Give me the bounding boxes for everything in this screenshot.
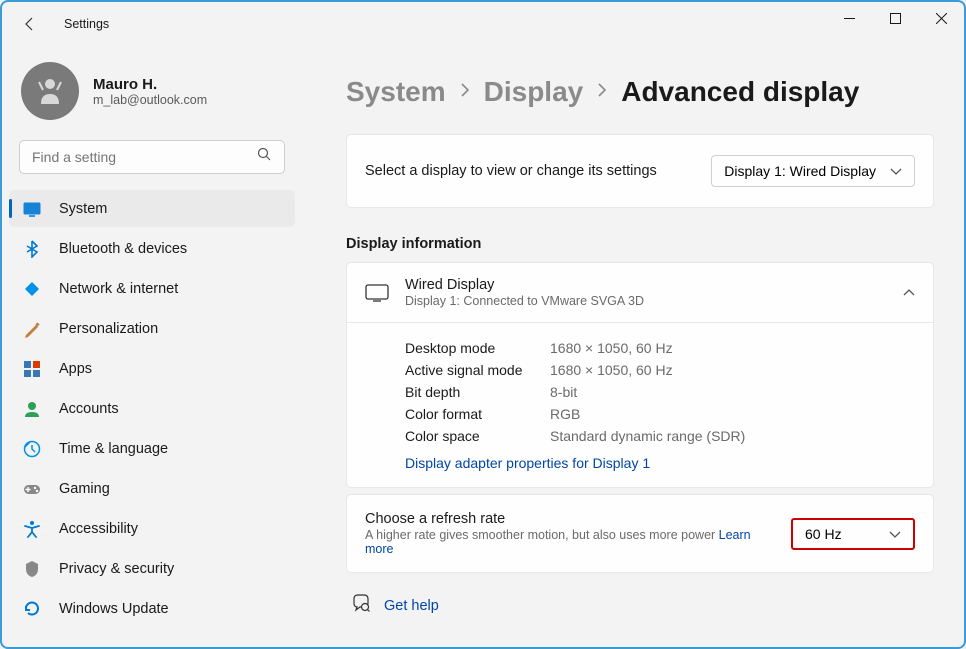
sidebar-item-update[interactable]: Windows Update <box>9 590 295 627</box>
refresh-rate-title: Choose a refresh rate <box>365 511 777 527</box>
main-content: System Display Advanced display Select a… <box>302 46 964 647</box>
info-value: Standard dynamic range (SDR) <box>550 428 745 444</box>
sidebar-item-label: Gaming <box>59 481 110 497</box>
display-info-card: Wired Display Display 1: Connected to VM… <box>346 262 934 488</box>
refresh-rate-subtitle: A higher rate gives smoother motion, but… <box>365 528 777 556</box>
info-row: Desktop mode1680 × 1050, 60 Hz <box>405 337 915 359</box>
chevron-down-icon <box>889 526 901 542</box>
search-box[interactable] <box>19 140 285 174</box>
breadcrumb-display[interactable]: Display <box>484 76 584 108</box>
sidebar-item-accessibility[interactable]: Accessibility <box>9 510 295 547</box>
sidebar-item-system[interactable]: System <box>9 190 295 227</box>
section-title: Display information <box>346 236 934 252</box>
sidebar-item-apps[interactable]: Apps <box>9 350 295 387</box>
sidebar-item-personalization[interactable]: Personalization <box>9 310 295 347</box>
info-row: Color spaceStandard dynamic range (SDR) <box>405 425 915 447</box>
accessibility-icon <box>23 520 41 538</box>
info-value: RGB <box>550 406 580 422</box>
sidebar-item-label: Bluetooth & devices <box>59 241 187 257</box>
sidebar-item-accounts[interactable]: Accounts <box>9 390 295 427</box>
refresh-rate-card: Choose a refresh rate A higher rate give… <box>346 494 934 573</box>
sidebar-item-label: Apps <box>59 361 92 377</box>
info-value: 1680 × 1050, 60 Hz <box>550 362 673 378</box>
sidebar-item-gaming[interactable]: Gaming <box>9 470 295 507</box>
sidebar-item-label: Network & internet <box>59 281 178 297</box>
display-selector-card: Select a display to view or change its s… <box>346 134 934 208</box>
dropdown-value: 60 Hz <box>805 526 842 542</box>
chevron-right-icon <box>460 83 470 102</box>
window-title: Settings <box>64 17 109 31</box>
gaming-icon <box>23 480 41 498</box>
close-button[interactable] <box>918 2 964 34</box>
info-row: Active signal mode1680 × 1050, 60 Hz <box>405 359 915 381</box>
sidebar-item-label: Privacy & security <box>59 561 174 577</box>
maximize-button[interactable] <box>872 2 918 34</box>
sidebar-item-privacy[interactable]: Privacy & security <box>9 550 295 587</box>
sidebar-item-label: Windows Update <box>59 601 169 617</box>
help-row: Get help <box>346 579 934 632</box>
time-icon <box>23 440 41 458</box>
sidebar-item-label: Personalization <box>59 321 158 337</box>
back-button[interactable] <box>20 14 40 34</box>
info-row: Bit depth8-bit <box>405 381 915 403</box>
sidebar-item-network[interactable]: Network & internet <box>9 270 295 307</box>
sidebar-item-label: System <box>59 201 107 217</box>
refresh-rate-dropdown[interactable]: 60 Hz <box>791 518 915 550</box>
page-title: Advanced display <box>621 76 859 108</box>
get-help-link[interactable]: Get help <box>384 598 439 614</box>
chevron-up-icon <box>903 284 915 302</box>
display-subtitle: Display 1: Connected to VMware SVGA 3D <box>405 294 903 308</box>
info-label: Color format <box>405 406 550 422</box>
sidebar-item-label: Time & language <box>59 441 168 457</box>
search-icon <box>257 147 272 167</box>
display-info-expander[interactable]: Wired Display Display 1: Connected to VM… <box>347 263 933 323</box>
dropdown-value: Display 1: Wired Display <box>724 163 876 179</box>
display-selector-dropdown[interactable]: Display 1: Wired Display <box>711 155 915 187</box>
search-input[interactable] <box>32 149 257 165</box>
chevron-down-icon <box>890 163 902 179</box>
system-icon <box>23 200 41 218</box>
adapter-properties-link[interactable]: Display adapter properties for Display 1 <box>405 455 650 471</box>
user-block[interactable]: Mauro H. m_lab@outlook.com <box>9 56 295 134</box>
info-row: Color formatRGB <box>405 403 915 425</box>
network-icon <box>23 280 41 298</box>
minimize-button[interactable] <box>826 2 872 34</box>
info-label: Bit depth <box>405 384 550 400</box>
privacy-icon <box>23 560 41 578</box>
info-label: Active signal mode <box>405 362 550 378</box>
personalization-icon <box>23 320 41 338</box>
help-icon <box>350 593 370 618</box>
display-name: Wired Display <box>405 277 903 293</box>
selector-label: Select a display to view or change its s… <box>365 163 657 179</box>
avatar <box>21 62 79 120</box>
bluetooth-icon <box>23 240 41 258</box>
apps-icon <box>23 360 41 378</box>
sidebar-item-label: Accessibility <box>59 521 138 537</box>
breadcrumb-system[interactable]: System <box>346 76 446 108</box>
sidebar: Mauro H. m_lab@outlook.com System Bluetoo… <box>2 46 302 647</box>
user-name: Mauro H. <box>93 76 207 93</box>
sidebar-item-bluetooth[interactable]: Bluetooth & devices <box>9 230 295 267</box>
update-icon <box>23 600 41 618</box>
info-value: 1680 × 1050, 60 Hz <box>550 340 673 356</box>
sidebar-item-label: Accounts <box>59 401 119 417</box>
monitor-icon <box>365 284 389 302</box>
info-label: Color space <box>405 428 550 444</box>
info-value: 8-bit <box>550 384 577 400</box>
accounts-icon <box>23 400 41 418</box>
chevron-right-icon <box>597 83 607 102</box>
info-label: Desktop mode <box>405 340 550 356</box>
user-email: m_lab@outlook.com <box>93 93 207 107</box>
breadcrumb: System Display Advanced display <box>346 76 934 108</box>
sidebar-item-time[interactable]: Time & language <box>9 430 295 467</box>
